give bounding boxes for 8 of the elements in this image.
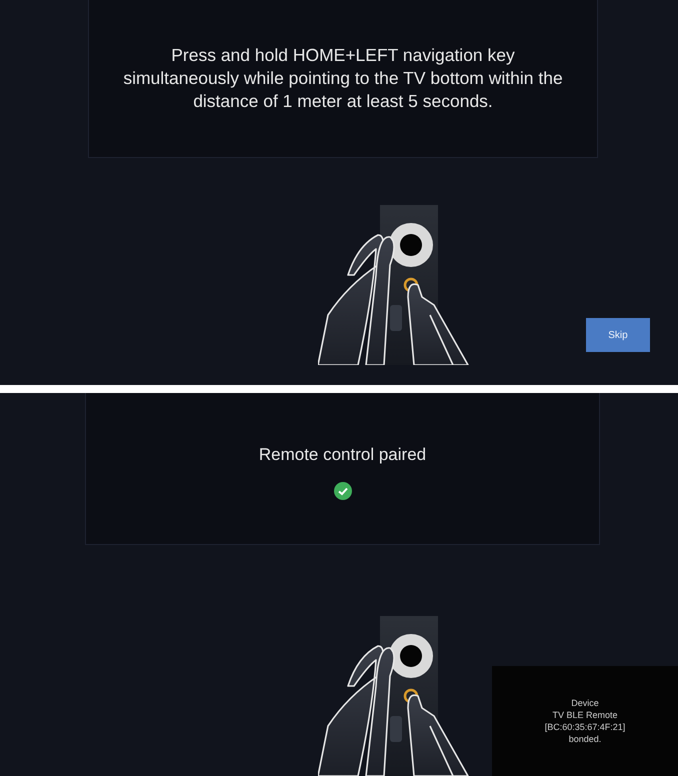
toast-text: [BC:60:35:67:4F:21] (544, 721, 626, 733)
toast-text: TV BLE Remote (552, 709, 618, 721)
instruction-text: Press and hold HOME+LEFT navigation key simultaneously while pointing to the TV bottom within the distance of 1 meter at least 5 seconds. (122, 44, 564, 113)
toast-text: bonded. (568, 733, 602, 745)
check-icon (334, 482, 352, 500)
skip-button[interactable]: Skip (586, 318, 650, 352)
paired-message: Remote control paired (258, 444, 428, 466)
toast-text: Device (571, 697, 599, 709)
